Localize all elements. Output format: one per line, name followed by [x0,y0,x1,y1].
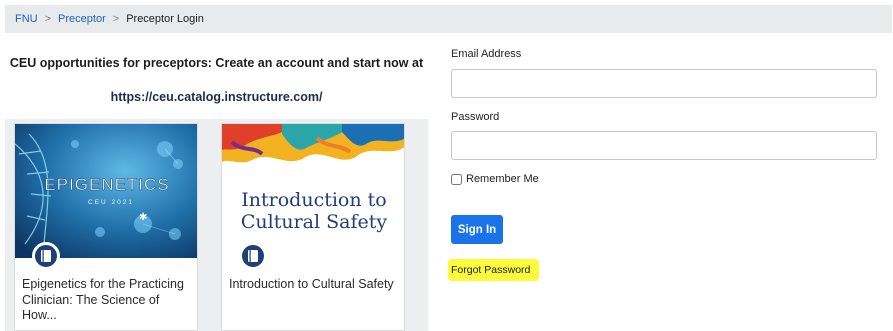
course-book-icon [239,242,267,270]
sign-in-button[interactable]: Sign In [451,215,503,244]
password-field[interactable] [451,131,877,160]
course-thumbnail-epigenetics: EPIGENETICS CEU 2021 ✱ [15,124,197,258]
promo-text: CEU opportunities for preceptors: Create… [9,56,424,70]
breadcrumb: FNU > Preceptor > Preceptor Login [5,5,892,33]
svg-text:✱: ✱ [139,212,147,223]
email-field[interactable] [451,69,877,98]
course-book-icon [32,242,60,270]
breadcrumb-fnu-link[interactable]: FNU [15,13,38,25]
email-label: Email Address [451,48,522,60]
course-thumbnail-cultural-safety: Introduction to Cultural Safety [222,124,404,258]
svg-text:Cultural Safety: Cultural Safety [241,211,388,233]
breadcrumb-separator: > [44,13,52,25]
remember-me-option[interactable]: Remember Me [451,173,539,185]
course-title[interactable]: Epigenetics for the Practicing Clinician… [22,277,194,324]
remember-me-checkbox[interactable] [451,173,462,185]
epigenetics-image-subtitle: CEU 2021 [88,199,134,206]
course-card-cultural-safety[interactable]: Introduction to Cultural Safety Introduc… [221,123,405,331]
forgot-password-link[interactable]: Forgot Password [448,259,540,281]
ceu-promo-section: CEU opportunities for preceptors: Create… [5,33,428,331]
remember-me-label: Remember Me [466,173,539,185]
cultural-safety-image-title: Introduction to [241,189,386,211]
password-label: Password [451,111,500,123]
promo-url: https://ceu.catalog.instructure.com/ [110,90,323,104]
breadcrumb-preceptor-link[interactable]: Preceptor [58,13,106,25]
epigenetics-image-title: EPIGENETICS [44,175,169,194]
course-card-epigenetics[interactable]: EPIGENETICS CEU 2021 ✱ Epigenetics for t… [14,123,198,331]
course-title[interactable]: Introduction to Cultural Safety [229,277,401,293]
breadcrumb-separator: > [112,13,120,25]
login-form: Email Address Password Remember Me Sign … [448,33,881,331]
breadcrumb-current: Preceptor Login [126,13,204,25]
